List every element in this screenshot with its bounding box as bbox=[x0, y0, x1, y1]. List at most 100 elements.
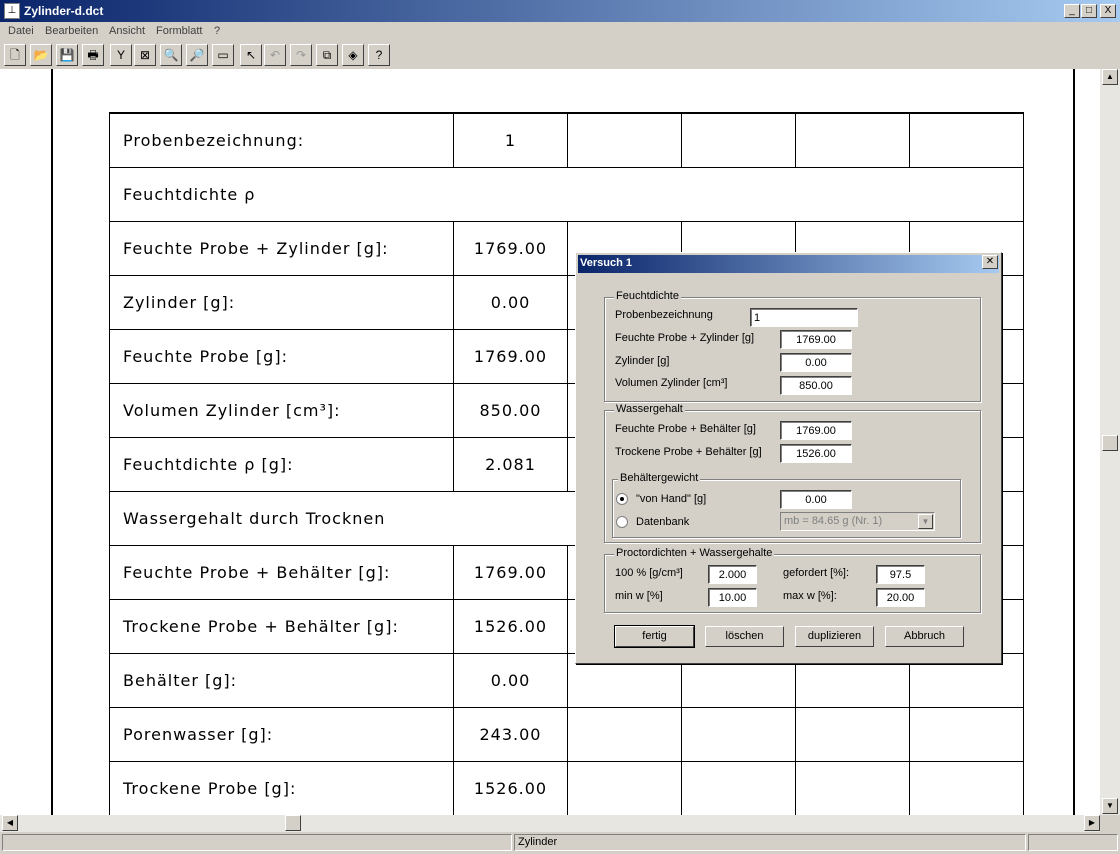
dialog-title-bar: Versuch 1 bbox=[578, 255, 999, 273]
row-value: 2.081 bbox=[453, 437, 568, 492]
empty-cell bbox=[681, 707, 796, 762]
empty-cell bbox=[681, 761, 796, 815]
status-pane-right bbox=[1028, 834, 1118, 851]
row-value: 243.00 bbox=[453, 707, 568, 762]
status-pane-left bbox=[2, 834, 512, 851]
export-icon[interactable]: ◈ bbox=[342, 44, 364, 66]
status-text: Zylinder bbox=[514, 834, 1026, 851]
open-icon[interactable]: 📂 bbox=[30, 44, 52, 66]
dialog-close-icon[interactable]: ✕ bbox=[982, 255, 998, 269]
empty-cell bbox=[567, 761, 682, 815]
zoom-out-icon[interactable]: 🔍 bbox=[160, 44, 182, 66]
row-value: 1 bbox=[453, 112, 568, 168]
vertical-scroll-thumb[interactable] bbox=[1102, 435, 1118, 451]
row-label: Feuchtdichte ρ [g]: bbox=[109, 437, 454, 492]
trockene-probe-behaelter-input[interactable] bbox=[780, 444, 852, 463]
row-value: 0.00 bbox=[453, 653, 568, 708]
vertical-scrollbar[interactable]: ▲ ▼ bbox=[1100, 69, 1120, 815]
empty-cell bbox=[681, 112, 796, 168]
menu-bar: Datei Bearbeiten Ansicht Formblatt ? bbox=[0, 22, 1120, 41]
zylinder-label: Zylinder [g] bbox=[615, 355, 670, 367]
von-hand-input[interactable] bbox=[780, 490, 852, 509]
zylinder-input[interactable] bbox=[780, 353, 852, 372]
group-feuchtdichte-label: Feuchtdichte bbox=[614, 290, 681, 302]
tool-icon[interactable]: Y bbox=[110, 44, 132, 66]
row-label: Feuchte Probe + Behälter [g]: bbox=[109, 545, 454, 600]
empty-cell bbox=[567, 112, 682, 168]
table-row: Trockene Probe [g]: 1526.00 bbox=[109, 761, 1024, 815]
maximize-button[interactable]: □ bbox=[1081, 4, 1097, 18]
table-row: Porenwasser [g]: 243.00 bbox=[109, 707, 1024, 762]
datenbank-select-value: mb = 84.65 g (Nr. 1) bbox=[784, 515, 883, 527]
row-value: 0.00 bbox=[453, 275, 568, 330]
datenbank-select[interactable]: mb = 84.65 g (Nr. 1) ▼ bbox=[780, 512, 935, 531]
save-icon[interactable]: 💾 bbox=[56, 44, 78, 66]
new-icon[interactable]: 🗋 bbox=[4, 44, 26, 66]
menu-help[interactable]: ? bbox=[214, 25, 220, 37]
page-margin-right bbox=[1073, 69, 1075, 815]
preview-icon[interactable]: ⊠ bbox=[134, 44, 156, 66]
scroll-right-icon[interactable]: ▶ bbox=[1084, 815, 1100, 831]
empty-cell bbox=[795, 761, 910, 815]
radio-von-hand[interactable] bbox=[616, 493, 628, 505]
print-icon[interactable]: 🖶 bbox=[82, 44, 104, 66]
group-wassergehalt-label: Wassergehalt bbox=[614, 403, 685, 415]
scroll-up-icon[interactable]: ▲ bbox=[1102, 69, 1118, 85]
gefordert-input[interactable] bbox=[876, 565, 925, 584]
undo-icon[interactable]: ↶ bbox=[264, 44, 286, 66]
probenbezeichnung-input[interactable] bbox=[750, 308, 858, 327]
empty-cell bbox=[567, 707, 682, 762]
horizontal-scroll-thumb[interactable] bbox=[285, 815, 301, 831]
radio-datenbank[interactable] bbox=[616, 516, 628, 528]
feuchte-probe-behaelter-input[interactable] bbox=[780, 421, 852, 440]
fit-page-icon[interactable]: ▭ bbox=[212, 44, 234, 66]
feuchte-probe-behaelter-label: Feuchte Probe + Behälter [g] bbox=[615, 423, 756, 435]
horizontal-scrollbar[interactable]: ◀ ▶ bbox=[0, 815, 1100, 832]
max-w-label: max w [%]: bbox=[783, 590, 837, 602]
max-w-input[interactable] bbox=[876, 588, 925, 607]
pointer-icon[interactable]: ↖ bbox=[240, 44, 262, 66]
datenbank-label: Datenbank bbox=[636, 516, 690, 528]
row-label: Volumen Zylinder [cm³]: bbox=[109, 383, 454, 438]
page-margin-left bbox=[51, 69, 53, 815]
row-label: Zylinder [g]: bbox=[109, 275, 454, 330]
row-value: 850.00 bbox=[453, 383, 568, 438]
chevron-down-icon[interactable]: ▼ bbox=[918, 514, 933, 529]
window-title: Zylinder-d.dct bbox=[24, 4, 104, 18]
menu-bearbeiten[interactable]: Bearbeiten bbox=[45, 25, 98, 37]
toolbar: 🗋 📂 💾 🖶 Y ⊠ 🔍 🔎 ▭ ↖ ↶ ↷ ⧉ ◈? bbox=[0, 41, 1120, 70]
duplizieren-button[interactable]: duplizieren bbox=[795, 626, 874, 647]
proctor-100-input[interactable] bbox=[708, 565, 757, 584]
row-label: Feuchtdichte ρ bbox=[109, 167, 1024, 222]
min-w-label: min w [%] bbox=[615, 590, 663, 602]
empty-cell bbox=[795, 112, 910, 168]
abbruch-button[interactable]: Abbruch bbox=[885, 626, 964, 647]
row-label: Trockene Probe + Behälter [g]: bbox=[109, 599, 454, 654]
volumen-zylinder-input[interactable] bbox=[780, 376, 852, 395]
redo-icon[interactable]: ↷ bbox=[290, 44, 312, 66]
row-label: Porenwasser [g]: bbox=[109, 707, 454, 762]
menu-datei[interactable]: Datei bbox=[8, 25, 34, 37]
loeschen-button[interactable]: löschen bbox=[705, 626, 784, 647]
row-value: 1769.00 bbox=[453, 329, 568, 384]
scroll-down-icon[interactable]: ▼ bbox=[1102, 798, 1118, 814]
group-proctor-label: Proctordichten + Wassergehalte bbox=[614, 547, 775, 559]
fertig-button[interactable]: fertig bbox=[614, 625, 695, 648]
volumen-zylinder-label: Volumen Zylinder [cm³] bbox=[615, 377, 728, 389]
menu-formblatt[interactable]: Formblatt bbox=[156, 25, 202, 37]
copy-icon[interactable]: ⧉ bbox=[316, 44, 338, 66]
probenbezeichnung-label: Probenbezeichnung bbox=[615, 309, 713, 321]
row-value: 1769.00 bbox=[453, 221, 568, 276]
minimize-button[interactable]: _ bbox=[1064, 4, 1080, 18]
min-w-input[interactable] bbox=[708, 588, 757, 607]
dialog-title: Versuch 1 bbox=[580, 257, 632, 269]
feuchte-probe-zylinder-input[interactable] bbox=[780, 330, 852, 349]
row-label: Feuchte Probe [g]: bbox=[109, 329, 454, 384]
app-icon: ⊥ bbox=[4, 3, 20, 19]
row-value: 1526.00 bbox=[453, 761, 568, 815]
scroll-left-icon[interactable]: ◀ bbox=[2, 815, 18, 831]
close-button[interactable]: X bbox=[1100, 4, 1116, 18]
help-icon[interactable]: ? bbox=[368, 44, 390, 66]
zoom-in-icon[interactable]: 🔎 bbox=[186, 44, 208, 66]
menu-ansicht[interactable]: Ansicht bbox=[109, 25, 145, 37]
